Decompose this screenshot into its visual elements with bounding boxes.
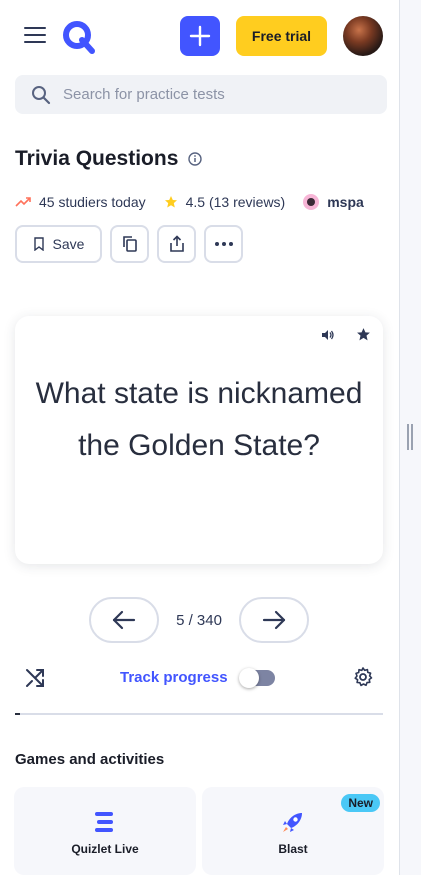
page: Free trial Trivia Questions 45 studiers … bbox=[0, 0, 399, 875]
set-stats: 45 studiers today 4.5 (13 reviews) mspa bbox=[15, 191, 399, 213]
more-options-button[interactable] bbox=[204, 225, 243, 263]
previous-card-button[interactable] bbox=[89, 597, 159, 643]
search-bar[interactable] bbox=[15, 75, 387, 114]
hamburger-menu-icon[interactable] bbox=[24, 27, 46, 45]
info-icon[interactable] bbox=[188, 152, 203, 166]
save-label: Save bbox=[52, 236, 85, 252]
progress-fill bbox=[15, 713, 21, 715]
share-button[interactable] bbox=[157, 225, 196, 263]
copy-icon bbox=[122, 236, 137, 252]
rating-text: 4.5 (13 reviews) bbox=[185, 194, 286, 210]
game-label: Blast bbox=[278, 842, 308, 856]
game-label: Quizlet Live bbox=[71, 842, 139, 856]
user-avatar[interactable] bbox=[343, 16, 383, 56]
trending-up-icon bbox=[15, 197, 31, 207]
author-stat[interactable]: mspa bbox=[303, 194, 364, 210]
author-avatar bbox=[303, 194, 320, 210]
drag-handle-icon[interactable] bbox=[407, 424, 413, 450]
author-name: mspa bbox=[327, 194, 364, 210]
header: Free trial bbox=[0, 0, 399, 72]
create-button[interactable] bbox=[180, 16, 220, 56]
game-blast[interactable]: New Blast bbox=[202, 787, 384, 875]
arrow-left-icon bbox=[112, 610, 136, 630]
flashcard-question: What state is nicknamed the Golden State… bbox=[35, 377, 363, 462]
quizlet-logo[interactable] bbox=[62, 20, 96, 54]
set-actions: Save bbox=[15, 225, 251, 263]
toggle-knob bbox=[239, 668, 259, 688]
arrow-right-icon bbox=[262, 610, 286, 630]
track-progress-toggle[interactable] bbox=[239, 668, 275, 688]
page-title: Trivia Questions bbox=[15, 147, 179, 170]
study-controls: Track progress bbox=[0, 660, 399, 696]
flashcard[interactable]: What state is nicknamed the Golden State… bbox=[15, 316, 383, 564]
star-icon[interactable] bbox=[356, 327, 371, 342]
bookmark-icon bbox=[33, 237, 44, 251]
study-progress-bar bbox=[15, 713, 383, 715]
settings-gear-icon[interactable] bbox=[352, 666, 374, 688]
card-counter: 5 / 340 bbox=[176, 612, 222, 629]
search-icon bbox=[32, 85, 51, 104]
side-panel-handle[interactable] bbox=[399, 0, 421, 875]
studiers-text: 45 studiers today bbox=[39, 194, 146, 210]
search-input[interactable] bbox=[61, 85, 365, 104]
copy-button[interactable] bbox=[110, 225, 149, 263]
rocket-icon bbox=[283, 813, 302, 832]
save-button[interactable]: Save bbox=[15, 225, 102, 263]
more-icon bbox=[214, 242, 233, 246]
games-section-title: Games and activities bbox=[15, 751, 165, 768]
share-icon bbox=[169, 235, 184, 252]
free-trial-button[interactable]: Free trial bbox=[236, 16, 327, 56]
set-title-row: Trivia Questions bbox=[15, 147, 203, 171]
game-quizlet-live[interactable]: Quizlet Live bbox=[14, 787, 196, 875]
quizlet-live-icon bbox=[95, 812, 113, 832]
new-badge: New bbox=[341, 794, 380, 812]
track-progress-label[interactable]: Track progress bbox=[120, 669, 228, 686]
star-icon bbox=[164, 196, 177, 208]
shuffle-icon[interactable] bbox=[24, 667, 46, 689]
audio-icon[interactable] bbox=[321, 328, 335, 342]
rating-stat[interactable]: 4.5 (13 reviews) bbox=[164, 194, 286, 210]
next-card-button[interactable] bbox=[239, 597, 309, 643]
studiers-stat: 45 studiers today bbox=[15, 194, 146, 210]
plus-icon bbox=[189, 25, 211, 47]
